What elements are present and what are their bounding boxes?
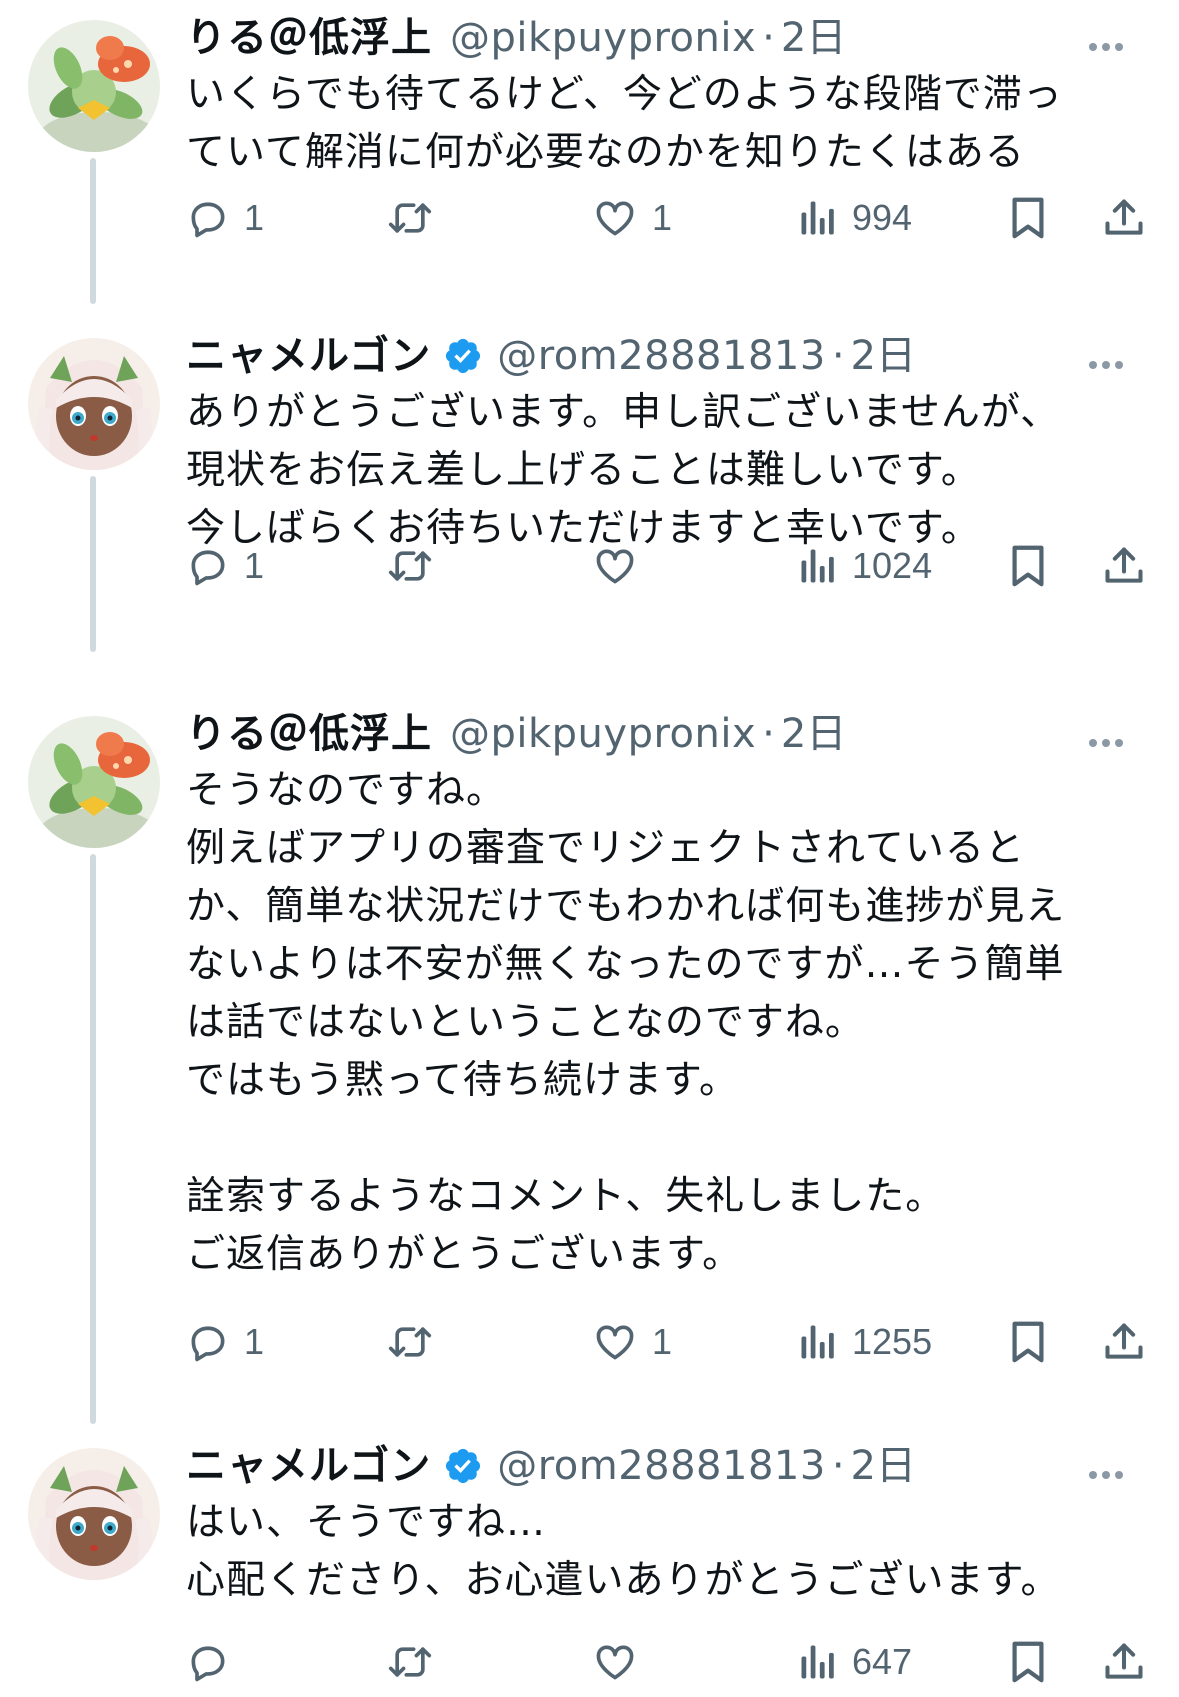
- reply-count: 1: [244, 197, 265, 238]
- views-button[interactable]: 1024: [798, 536, 932, 596]
- tweet-text: ありがとうございます。申し訳ございませんが、 現状をお伝え差し上げることは難しい…: [186, 390, 1061, 551]
- timestamp[interactable]: 2日: [851, 1436, 916, 1496]
- reply-count: 1: [244, 545, 265, 586]
- like-count: 1: [652, 197, 673, 238]
- reply-count: 1: [244, 1321, 265, 1362]
- action-bar: 1 1 1255: [186, 1312, 1146, 1372]
- avatar[interactable]: [28, 1448, 160, 1580]
- reply-icon: [191, 202, 225, 238]
- handle[interactable]: @pikpuypronix: [450, 704, 756, 764]
- share-icon: [1105, 547, 1143, 583]
- display-name[interactable]: りる＠低浮上: [186, 704, 432, 764]
- verified-icon[interactable]: [443, 336, 483, 376]
- like-button[interactable]: 1: [592, 1312, 672, 1372]
- bookmark-button[interactable]: [1008, 536, 1048, 596]
- more-icon[interactable]: [1089, 1436, 1139, 1496]
- bookmark-button[interactable]: [1008, 188, 1048, 248]
- views-icon: [801, 201, 834, 235]
- share-button[interactable]: [1102, 536, 1146, 596]
- bookmark-icon: [1012, 1641, 1044, 1683]
- views-count: 1024: [852, 545, 933, 586]
- like-button[interactable]: [592, 1632, 652, 1692]
- thread-connector: [90, 476, 96, 652]
- share-icon: [1105, 199, 1143, 235]
- retweet-icon: [388, 551, 432, 581]
- views-button[interactable]: 647: [798, 1632, 912, 1692]
- separator: ·: [762, 711, 775, 757]
- tweet-text: はい、そうですね… 心配くださり、お心遣いありがとうございます。: [186, 1500, 1061, 1603]
- more-icon[interactable]: [1089, 704, 1139, 764]
- verified-icon[interactable]: [443, 1446, 483, 1486]
- reply-icon: [191, 1326, 225, 1362]
- share-button[interactable]: [1102, 1632, 1146, 1692]
- views-count: 647: [852, 1641, 913, 1682]
- retweet-button[interactable]: [386, 1632, 448, 1692]
- views-count: 1255: [852, 1321, 933, 1362]
- heart-icon: [596, 549, 634, 584]
- tweet-header: りる＠低浮上 @pikpuypronix · 2日: [186, 8, 1139, 68]
- action-bar: 647: [186, 1632, 1146, 1692]
- views-icon: [801, 1325, 834, 1359]
- bookmark-icon: [1012, 1321, 1044, 1363]
- action-bar: 1 1024: [186, 536, 1146, 596]
- share-icon: [1105, 1643, 1143, 1679]
- retweet-icon: [388, 203, 432, 233]
- reply-button[interactable]: 1: [186, 536, 264, 596]
- display-name[interactable]: ニャメルゴン: [186, 326, 431, 386]
- more-icon[interactable]: [1089, 326, 1139, 386]
- tweet-header: ニャメルゴン @rom28881813 · 2日: [186, 1436, 1139, 1496]
- reply-button[interactable]: 1: [186, 1312, 264, 1372]
- bookmark-button[interactable]: [1008, 1632, 1048, 1692]
- separator: ·: [762, 15, 775, 61]
- display-name[interactable]: ニャメルゴン: [186, 1436, 431, 1496]
- bookmark-icon: [1012, 545, 1044, 587]
- like-button[interactable]: [592, 536, 652, 596]
- views-icon: [801, 1645, 834, 1679]
- views-count: 994: [852, 197, 913, 238]
- handle[interactable]: @rom28881813: [497, 1436, 826, 1496]
- reply-icon: [191, 550, 225, 586]
- handle[interactable]: @pikpuypronix: [450, 8, 756, 68]
- thread-connector: [90, 854, 96, 1424]
- retweet-button[interactable]: [386, 188, 448, 248]
- bookmark-icon: [1012, 197, 1044, 239]
- share-icon: [1105, 1323, 1143, 1359]
- handle[interactable]: @rom28881813: [497, 326, 826, 386]
- separator: ·: [831, 1443, 845, 1489]
- retweet-icon: [388, 1647, 432, 1677]
- timestamp[interactable]: 2日: [781, 704, 846, 764]
- avatar[interactable]: [28, 20, 160, 152]
- timestamp[interactable]: 2日: [851, 326, 916, 386]
- share-button[interactable]: [1102, 188, 1146, 248]
- heart-icon: [596, 1645, 634, 1680]
- avatar[interactable]: [28, 338, 160, 470]
- views-icon: [801, 549, 834, 583]
- reply-button[interactable]: 1: [186, 188, 264, 248]
- views-button[interactable]: 994: [798, 188, 912, 248]
- reply-button[interactable]: [186, 1632, 244, 1692]
- timestamp[interactable]: 2日: [781, 8, 846, 68]
- tweet-text: そうなのですね。 例えばアプリの審査でリジェクトされていると か、簡単な状況だけ…: [186, 768, 1066, 1277]
- avatar[interactable]: [28, 716, 160, 848]
- heart-icon: [596, 201, 634, 236]
- retweet-icon: [388, 1327, 432, 1357]
- retweet-button[interactable]: [386, 536, 448, 596]
- reply-icon: [191, 1646, 225, 1682]
- more-icon[interactable]: [1089, 8, 1139, 68]
- retweet-button[interactable]: [386, 1312, 448, 1372]
- views-button[interactable]: 1255: [798, 1312, 932, 1372]
- display-name[interactable]: りる＠低浮上: [186, 8, 432, 68]
- like-count: 1: [652, 1321, 673, 1362]
- like-button[interactable]: 1: [592, 188, 672, 248]
- thread-connector: [90, 158, 96, 304]
- bookmark-button[interactable]: [1008, 1312, 1048, 1372]
- tweet-header: ニャメルゴン @rom28881813 · 2日: [186, 326, 1139, 386]
- action-bar: 1 1 994: [186, 188, 1146, 248]
- share-button[interactable]: [1102, 1312, 1146, 1372]
- separator: ·: [831, 333, 845, 379]
- heart-icon: [596, 1325, 634, 1360]
- tweet-header: りる＠低浮上 @pikpuypronix · 2日: [186, 704, 1139, 764]
- tweet-text: いくらでも待てるけど、今どのような段階で滞っ ていて解消に何が必要なのかを知りた…: [186, 72, 1063, 175]
